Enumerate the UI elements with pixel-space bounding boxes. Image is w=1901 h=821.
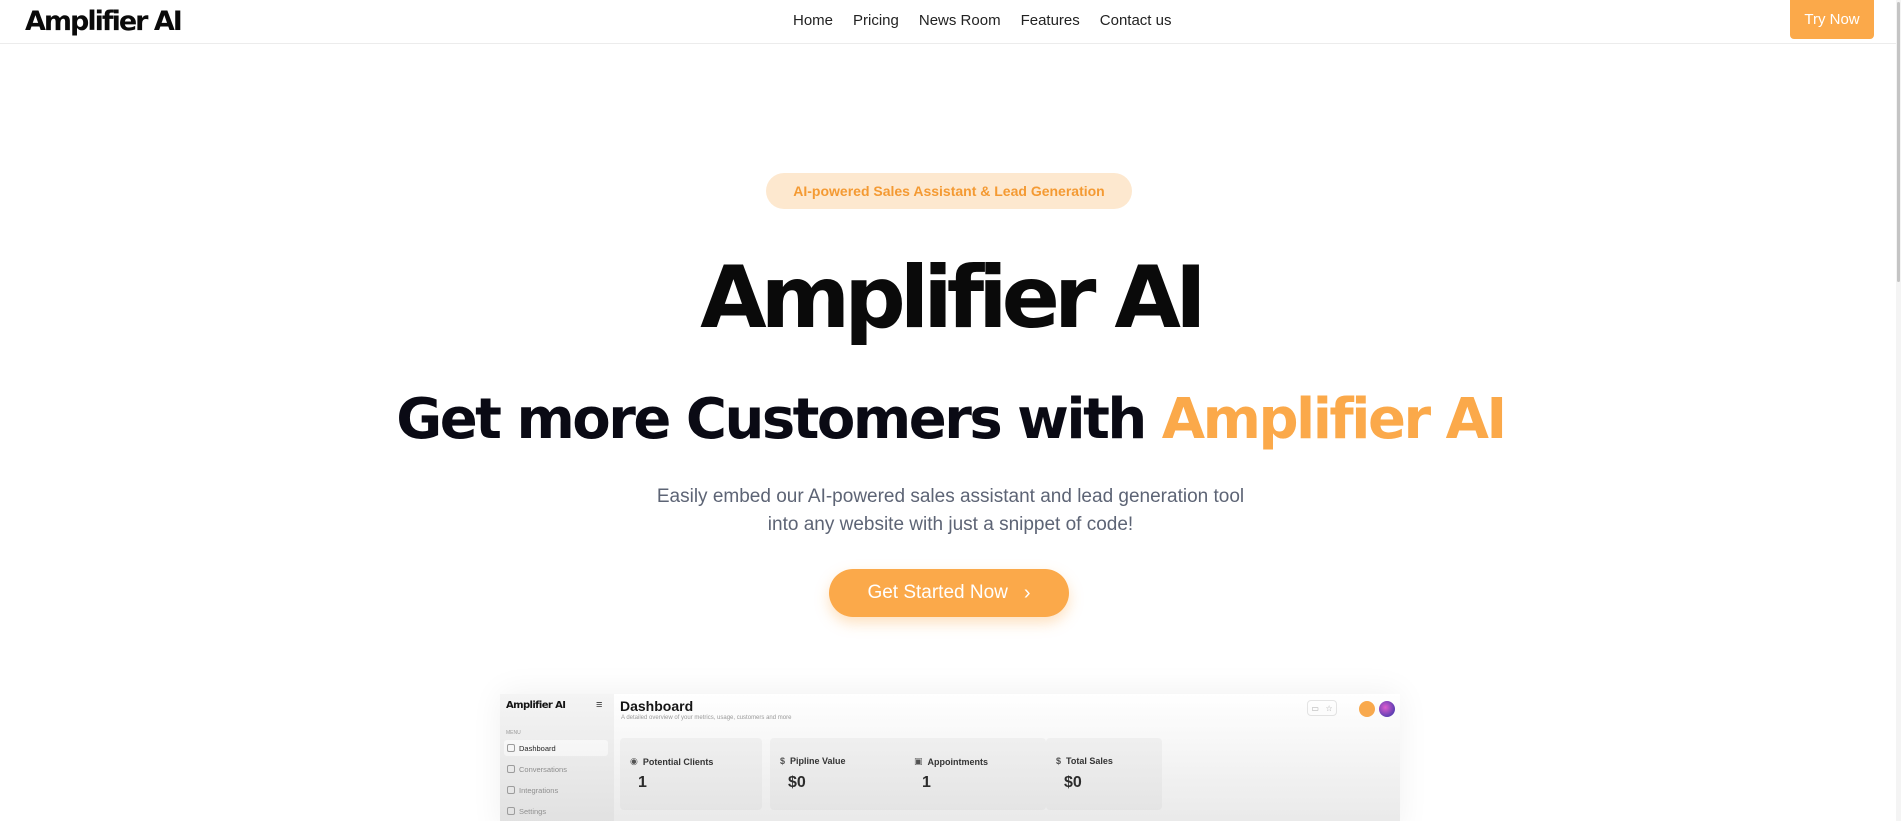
preview-sidebar-label: Dashboard [519,743,556,753]
hamburger-icon: ≡ [596,699,603,711]
preview-sidebar-label: Settings [519,806,547,816]
hero-logo: Amplifier AI [700,248,1207,348]
metric-value: $0 [1064,774,1082,791]
get-started-label: Get Started Now [867,582,1008,603]
nav-link-pricing[interactable]: Pricing [853,12,899,30]
grid-icon [507,744,515,752]
metric-value: 1 [638,774,647,791]
user-avatar [1379,701,1395,717]
hero-badge: AI-powered Sales Assistant & Lead Genera… [766,173,1132,209]
try-now-button[interactable]: Try Now [1790,0,1874,39]
preview-sidebar-label: Conversations [519,764,567,774]
scrollbar-thumb[interactable] [1897,2,1900,282]
metric-value: $0 [788,774,806,791]
dollar-icon: $ [1056,756,1062,766]
dashboard-preview: Amplifier AI ≡ MENU Dashboard Conversati… [500,694,1400,821]
metric-card-pipline-value: $ Pipline Value $0 [770,738,912,810]
chevron-right-icon: › [1023,582,1031,604]
nav-link-features[interactable]: Features [1021,12,1080,30]
nav-link-news-room[interactable]: News Room [919,12,1001,30]
metric-label-text: Appointments [927,756,989,767]
support-avatar [1359,701,1375,717]
metric-label-text: Potential Clients [642,756,714,767]
preview-page-title: Dashboard [620,698,694,714]
preview-sidebar: Amplifier AI ≡ MENU Dashboard Conversati… [500,694,614,821]
metric-label-text: Total Sales [1066,756,1113,766]
headline-accent: Amplifier AI [1161,387,1508,452]
chat-icon [507,765,515,773]
hero-headline: Get more Customers with Amplifier AI [0,385,1901,455]
nav-links: Home Pricing News Room Features Contact … [793,12,1171,30]
hero-subtitle-line-2: into any website with just a snippet of … [767,514,1134,535]
metric-card-potential-clients: ◉ Potential Clients 1 [620,738,762,810]
top-navbar: Amplifier AI Home Pricing News Room Feat… [0,0,1901,44]
nav-link-home[interactable]: Home [793,12,833,30]
metric-card-label: $ Total Sales [1056,756,1113,766]
dollar-icon: $ [780,756,786,766]
preview-sidebar-label: Integrations [519,785,559,795]
hero-subtitle-line-1: Easily embed our AI-powered sales assist… [656,486,1245,507]
metric-card-total-sales: $ Total Sales $0 [1046,738,1162,810]
brand-logo[interactable]: Amplifier AI [25,6,183,38]
metric-label-text: Pipline Value [790,756,846,766]
preview-toolbar-icons: ▭ ☆ [1307,700,1337,716]
preview-menu-label: MENU [506,730,521,736]
metric-card-label: $ Pipline Value [780,756,846,766]
metric-card-appointments: ▣ Appointments 1 [904,738,1046,810]
badge-icon: ◉ [630,756,638,766]
preview-sidebar-item-settings: Settings [504,803,608,819]
hero-subtitle: Easily embed our AI-powered sales assist… [0,483,1901,539]
nav-link-contact-us[interactable]: Contact us [1100,12,1172,30]
preview-page-subtitle: A detailed overview of your metrics, usa… [621,715,792,721]
headline-main: Get more Customers with [396,387,1162,452]
metric-card-label: ◉ Potential Clients [630,756,713,767]
get-started-button[interactable]: Get Started Now › [829,569,1069,617]
trash-icon: ▭ [1311,703,1319,713]
preview-sidebar-item-conversations: Conversations [504,761,608,777]
gear-icon [507,807,515,815]
preview-sidebar-item-dashboard: Dashboard [504,740,608,756]
metric-value: 1 [922,774,931,791]
star-icon: ☆ [1325,703,1333,713]
plug-icon [507,786,515,794]
preview-logo: Amplifier AI [506,700,566,711]
metric-card-label: ▣ Appointments [914,756,988,767]
calendar-icon: ▣ [914,756,923,766]
preview-sidebar-item-integrations: Integrations [504,782,608,798]
